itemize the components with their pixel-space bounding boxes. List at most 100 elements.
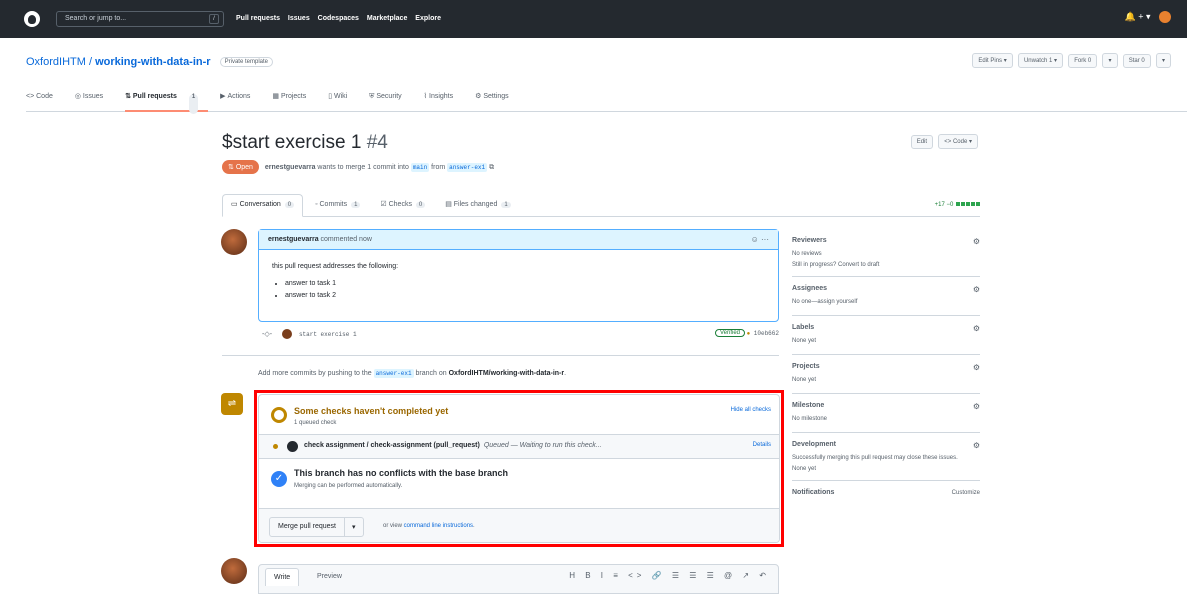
nav-explore[interactable]: Explore	[415, 15, 441, 22]
command-line-link[interactable]: command line instructions	[404, 523, 473, 529]
commit-message-link[interactable]: start exercise 1	[299, 331, 357, 338]
comment-editor: Write Preview H B I ≡ <> 🔗 ☰ ☰ ☰ @ ↗ ↶	[258, 564, 779, 594]
divider	[222, 355, 779, 356]
repo-full-name: OxfordIHTM/working-with-data-in-r	[448, 370, 565, 377]
fork-dropdown-button[interactable]: ▾	[1102, 53, 1118, 68]
merge-pull-request-button[interactable]: Merge pull request	[270, 518, 344, 536]
cli-hint: or view command line instructions.	[383, 523, 475, 529]
gear-icon[interactable]: ⚙	[973, 324, 980, 333]
fork-button[interactable]: Fork 0	[1068, 54, 1098, 68]
commit-sha-link[interactable]: ● 10eb662	[747, 330, 779, 337]
pr-comment: ernestguevarra commented now ☺ ··· this …	[258, 229, 779, 322]
hide-all-checks-link[interactable]: Hide all checks	[731, 407, 771, 413]
gear-icon[interactable]: ⚙	[973, 402, 980, 411]
conversation-count: 0	[284, 202, 295, 208]
comment-intro: this pull request addresses the followin…	[272, 263, 399, 270]
tab-files-changed[interactable]: ▤ Files changed 1	[437, 195, 518, 213]
sidebar-value: No milestone	[792, 416, 828, 422]
edit-pins-button[interactable]: Edit Pins ▾	[972, 53, 1013, 68]
sidebar-extra: None yet	[792, 466, 817, 472]
repo-owner-link[interactable]: OxfordIHTM	[26, 56, 86, 68]
github-logo-icon[interactable]	[24, 11, 40, 27]
tab-settings[interactable]: ⚙ Settings	[475, 92, 519, 112]
copy-branch-icon[interactable]: ⧉	[489, 164, 494, 171]
tab-conversation[interactable]: ▭ Conversation 0	[222, 194, 304, 217]
no-conflicts-title: This branch has no conflicts with the ba…	[294, 468, 509, 478]
highlight-box: Some checks haven't completed yet 1 queu…	[254, 390, 784, 547]
repo-actions: Edit Pins ▾ Unwatch 1 ▾ Fork 0 ▾ Star 0 …	[969, 53, 1171, 68]
sidebar-value[interactable]: No one—assign yourself	[792, 298, 980, 307]
repo-name-link[interactable]: working-with-data-in-r	[95, 56, 211, 68]
sidebar-heading[interactable]: Reviewers	[792, 237, 980, 244]
diffstat-block	[961, 202, 965, 206]
nav-issues[interactable]: Issues	[288, 15, 310, 22]
tab-pull-requests[interactable]: ⇅ Pull requests 1	[125, 92, 209, 114]
tab-commits[interactable]: ◦ Commits 1	[307, 196, 368, 213]
notification-and-create-icons[interactable]: 🔔 + ▾	[1125, 11, 1151, 21]
verified-badge[interactable]: Verified	[714, 329, 745, 337]
check-name-text: check assignment / check-assignment (pul…	[304, 442, 480, 449]
tab-insights-label: Insights	[429, 93, 454, 100]
tab-wiki[interactable]: ▯ Wiki	[328, 92, 357, 112]
search-placeholder: Search or jump to...	[65, 15, 127, 22]
checkmark-icon: ✓	[271, 471, 287, 487]
nav-pull-requests[interactable]: Pull requests	[236, 15, 280, 22]
search-input[interactable]: Search or jump to... /	[56, 11, 224, 27]
pending-dot-icon: ●	[746, 330, 751, 337]
code-dropdown-button[interactable]: <> Code ▾	[938, 134, 978, 149]
sidebar-heading[interactable]: Development	[792, 441, 980, 448]
list-item: answer to task 2	[285, 290, 765, 302]
tab-projects[interactable]: ▦ Projects	[272, 92, 316, 112]
gear-icon[interactable]: ⚙	[973, 363, 980, 372]
global-nav: Pull requests Issues Codespaces Marketpl…	[236, 15, 447, 22]
nav-marketplace[interactable]: Marketplace	[367, 15, 407, 22]
preview-tab[interactable]: Preview	[317, 573, 342, 580]
star-button[interactable]: Star 0	[1122, 54, 1151, 68]
comment-author-avatar[interactable]	[221, 229, 247, 255]
diffstat-text: +17 −0	[934, 202, 954, 208]
commit-author-avatar[interactable]	[282, 329, 292, 339]
comment-menu-icons[interactable]: ☺ ···	[751, 235, 769, 244]
sidebar-heading[interactable]: Projects	[792, 363, 980, 370]
tab-security[interactable]: ⛨ Security	[369, 93, 412, 113]
base-branch[interactable]: main	[410, 163, 430, 172]
comment-author-link[interactable]: ernestguevarra	[268, 236, 319, 243]
pr-sidebar: Reviewers ⚙ No reviews Still in progress…	[792, 229, 980, 504]
pr-title-actions: Edit <> Code ▾	[908, 134, 978, 149]
sidebar-milestone: Milestone ⚙ No milestone	[792, 394, 980, 433]
commit-sha: 10eb662	[753, 330, 779, 337]
tab-checks[interactable]: ☑ Checks 0	[372, 195, 433, 213]
nav-codespaces[interactable]: Codespaces	[318, 15, 359, 22]
sidebar-heading[interactable]: Assignees	[792, 285, 980, 292]
no-conflicts-subtitle: Merging can be performed automatically.	[294, 483, 403, 489]
branch-name: answer-ex1	[373, 369, 414, 378]
diffstat: +17 −0	[935, 202, 980, 208]
tab-code[interactable]: <> Code	[26, 93, 63, 113]
sidebar-value: None yet	[792, 377, 817, 383]
gear-icon[interactable]: ⚙	[973, 441, 980, 450]
unwatch-button[interactable]: Unwatch 1 ▾	[1017, 53, 1063, 68]
sidebar-projects: Projects ⚙ None yet	[792, 355, 980, 394]
merge-method-dropdown[interactable]: ▾	[343, 518, 363, 536]
details-link[interactable]: Details	[753, 442, 771, 448]
convert-to-draft-link[interactable]: Still in progress? Convert to draft	[792, 262, 980, 268]
merge-status-icon: ⇌	[221, 393, 243, 415]
check-name: check assignment / check-assignment (pul…	[304, 442, 602, 449]
edit-title-button[interactable]: Edit	[910, 135, 934, 149]
gear-icon[interactable]: ⚙	[973, 285, 980, 294]
gear-icon[interactable]: ⚙	[973, 237, 980, 246]
write-tab[interactable]: Write	[265, 568, 300, 586]
customize-link[interactable]: Customize	[952, 490, 980, 496]
pr-author-link[interactable]: ernestguevarra	[265, 164, 316, 171]
tab-checks-label: Checks	[388, 201, 412, 208]
sidebar-heading[interactable]: Labels	[792, 324, 980, 331]
user-avatar[interactable]	[1159, 11, 1171, 23]
tab-security-label: Security	[376, 93, 402, 100]
star-dropdown-button[interactable]: ▾	[1155, 53, 1171, 68]
sidebar-heading[interactable]: Milestone	[792, 402, 980, 409]
head-branch[interactable]: answer-ex1	[447, 163, 488, 172]
tab-actions[interactable]: ▶ Actions	[220, 92, 260, 112]
markdown-toolbar[interactable]: H B I ≡ <> 🔗 ☰ ☰ ☰ @ ↗ ↶	[569, 571, 770, 580]
tab-insights[interactable]: ⌇ Insights	[424, 92, 464, 112]
tab-issues[interactable]: ◎ Issues	[75, 92, 113, 112]
